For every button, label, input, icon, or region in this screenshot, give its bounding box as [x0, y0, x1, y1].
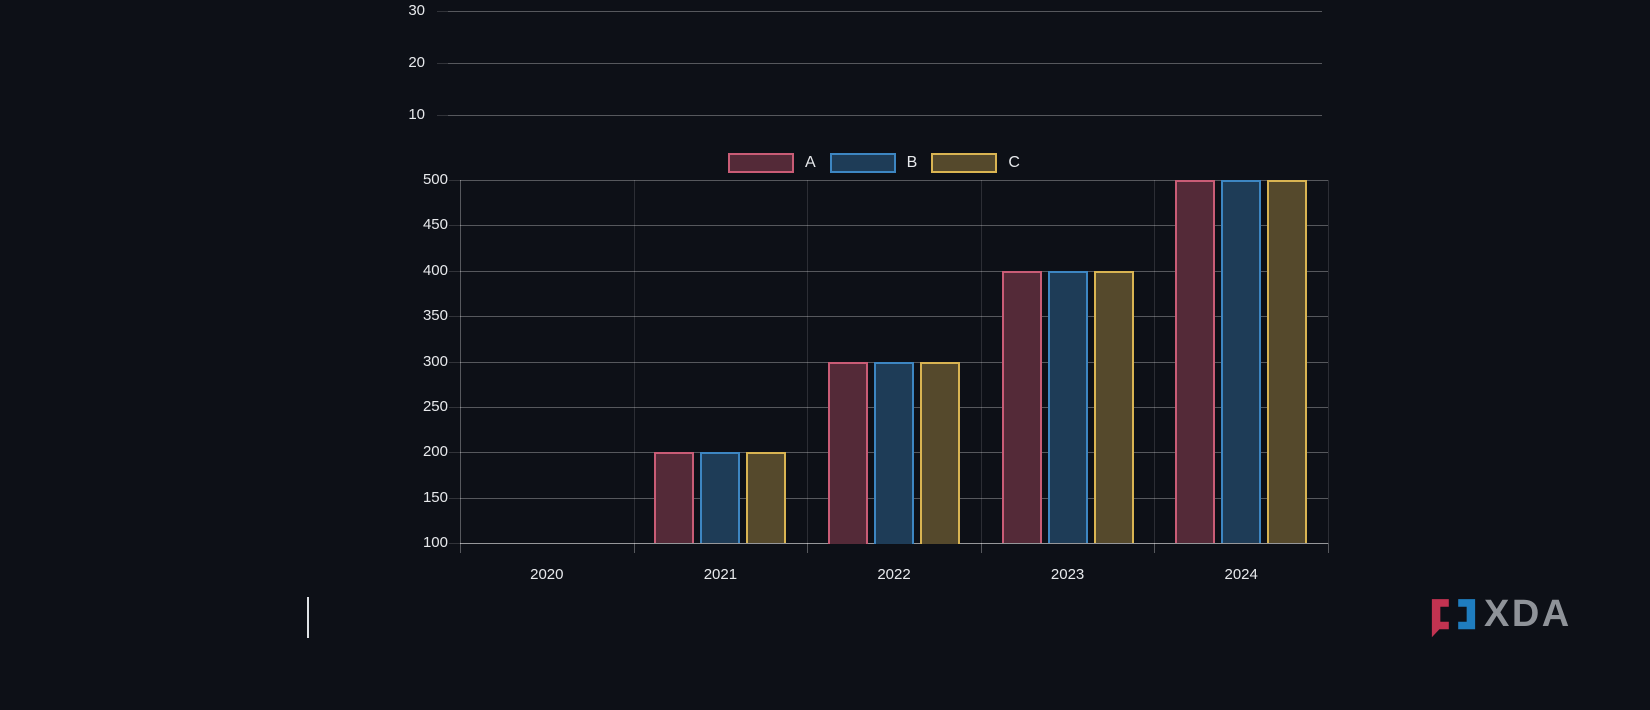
- top-chart-tick: [437, 11, 448, 12]
- xda-logo-text: XDA: [1484, 593, 1572, 635]
- x-axis-label: 2024: [1224, 566, 1258, 583]
- y-axis-label: 100: [422, 534, 448, 551]
- top-chart-y-label: 30: [408, 2, 425, 19]
- x-axis-label: 2022: [877, 566, 911, 583]
- y-axis-line: [460, 180, 461, 543]
- y-axis-label: 350: [422, 307, 448, 324]
- bar-c-2022[interactable]: [920, 362, 960, 544]
- xda-bracket-right-blue: [1458, 599, 1476, 630]
- y-axis-tick: [449, 543, 460, 544]
- gridline-v: [807, 180, 808, 543]
- legend-swatch-c: [931, 153, 998, 173]
- bar-a-2024[interactable]: [1175, 180, 1215, 543]
- gridline-v: [1328, 180, 1329, 543]
- y-axis-label: 150: [422, 489, 448, 506]
- top-chart-gridline: [448, 11, 1322, 12]
- y-axis-label: 200: [422, 443, 448, 460]
- legend-item-a[interactable]: A: [728, 153, 830, 173]
- x-axis-tick: [1328, 543, 1329, 553]
- y-axis-tick: [449, 271, 460, 272]
- x-axis-label: 2023: [1050, 566, 1085, 583]
- y-axis-label: 450: [422, 216, 448, 233]
- legend-label-c: C: [1008, 154, 1020, 171]
- legend-item-c[interactable]: C: [931, 153, 1034, 173]
- top-chart-y-label: 20: [408, 54, 425, 71]
- gridline-v: [634, 180, 635, 543]
- bar-b-2023[interactable]: [1048, 271, 1088, 543]
- x-axis-tick: [1154, 543, 1155, 553]
- bar-a-2023[interactable]: [1002, 271, 1042, 543]
- legend-item-b[interactable]: B: [829, 153, 932, 173]
- y-axis-tick: [449, 452, 460, 453]
- legend-swatch-b: [829, 153, 896, 173]
- x-axis-label: 2021: [703, 566, 738, 583]
- screen: 30 20 10 A B C 500 450 400 350 300 250 200 150 100 20…: [0, 0, 1650, 710]
- bar-a-2021[interactable]: [654, 452, 694, 543]
- top-chart-tick: [437, 63, 448, 64]
- top-chart-gridline: [448, 63, 1322, 64]
- bar-b-2022[interactable]: [874, 362, 914, 544]
- xda-brackets-icon: [1431, 599, 1476, 638]
- y-axis-label: 250: [422, 398, 448, 415]
- bar-c-2024[interactable]: [1267, 180, 1307, 543]
- y-axis-label: 400: [422, 262, 448, 279]
- bar-c-2023[interactable]: [1094, 271, 1134, 543]
- y-axis-tick: [449, 316, 460, 317]
- chart-legend: A B C: [728, 152, 1034, 174]
- bar-a-2022[interactable]: [828, 362, 868, 544]
- y-axis-tick: [449, 407, 460, 408]
- y-axis-tick: [449, 362, 460, 363]
- legend-label-b: B: [906, 154, 918, 171]
- top-chart-gridline: [448, 115, 1322, 116]
- x-axis-tick: [981, 543, 982, 553]
- y-axis-tick: [449, 225, 460, 226]
- legend-swatch-a: [728, 153, 794, 173]
- xda-bracket-left-red: [1431, 599, 1449, 638]
- x-axis-tick: [460, 543, 461, 553]
- gridline-v: [981, 180, 982, 543]
- text-caret: [307, 597, 309, 638]
- bar-c-2021[interactable]: [746, 452, 786, 543]
- y-axis-label: 500: [422, 171, 448, 188]
- y-axis-tick: [449, 180, 460, 181]
- xda-watermark: XDA: [1430, 593, 1572, 638]
- gridline-v: [1154, 180, 1155, 543]
- y-axis-label: 300: [422, 353, 448, 370]
- top-chart-y-label: 10: [408, 106, 425, 123]
- x-axis-label: 2020: [530, 566, 564, 583]
- y-axis-tick: [449, 498, 460, 499]
- bar-b-2024[interactable]: [1221, 180, 1261, 543]
- x-axis-tick: [634, 543, 635, 553]
- top-chart-tick: [437, 115, 448, 116]
- bar-b-2021[interactable]: [700, 452, 740, 543]
- legend-label-a: A: [805, 154, 816, 171]
- x-axis-tick: [807, 543, 808, 553]
